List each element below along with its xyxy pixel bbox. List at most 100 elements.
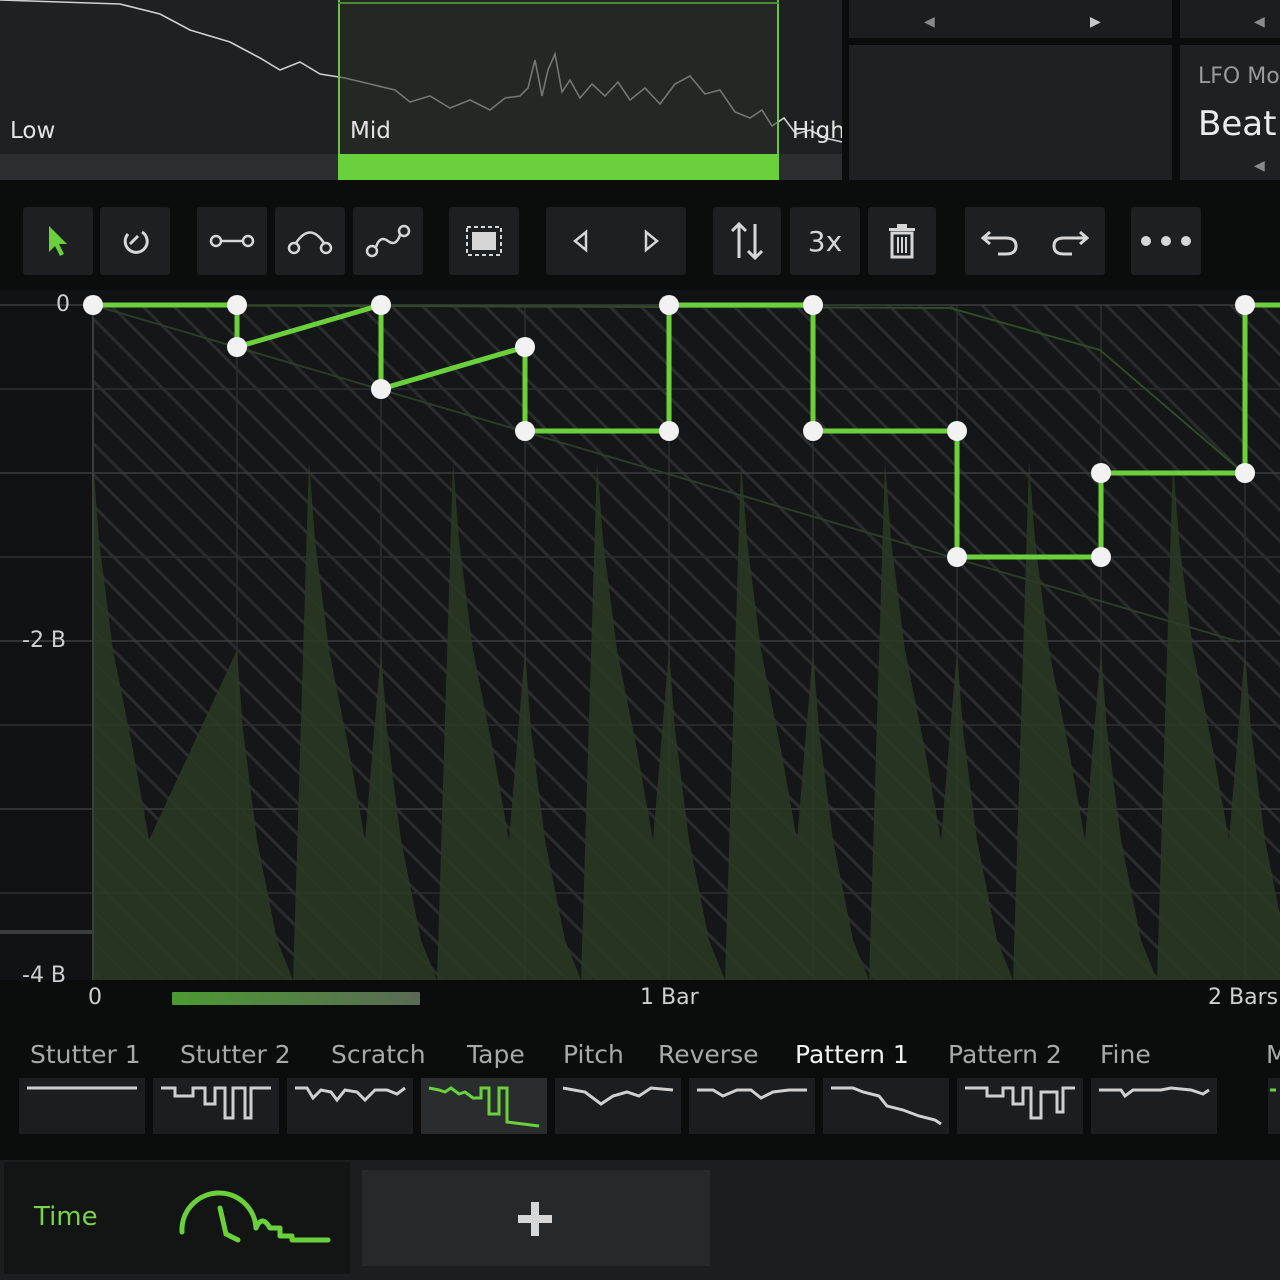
curve-point-handle[interactable] xyxy=(659,295,679,315)
curve-point-handle[interactable] xyxy=(371,295,391,315)
preset-shape-icon xyxy=(1270,1088,1276,1092)
s-curve-icon xyxy=(365,224,411,258)
band-mid-label[interactable]: Mid xyxy=(350,118,391,144)
lfo-mode-title: LFO Mo xyxy=(1198,64,1280,89)
more-options-button[interactable] xyxy=(1131,207,1201,275)
linear-curve-button[interactable] xyxy=(197,207,267,275)
preset-label-6[interactable]: Reverse xyxy=(658,1040,759,1069)
time-tab-label[interactable]: Time xyxy=(34,1202,98,1232)
delete-button[interactable] xyxy=(868,207,936,275)
shift-buttons[interactable] xyxy=(546,207,686,275)
preset-shape-icon xyxy=(831,1086,942,1126)
curve-point-handle[interactable] xyxy=(515,337,535,357)
flip-vertical-button[interactable] xyxy=(713,207,781,275)
preset-label-9[interactable]: Fine xyxy=(1100,1040,1151,1069)
curve-point-handle[interactable] xyxy=(83,295,103,315)
snap-tool-button[interactable] xyxy=(100,207,170,275)
curve-point-handle[interactable] xyxy=(1091,463,1111,483)
y-label-0: 0 xyxy=(56,292,70,317)
lfo-mode-value[interactable]: Beat xyxy=(1198,104,1276,144)
preset-thumbnail-2[interactable] xyxy=(153,1078,279,1134)
preset-thumbnail-5[interactable] xyxy=(555,1078,681,1134)
curve-point-handle[interactable] xyxy=(947,421,967,441)
preset-label-8[interactable]: Pattern 2 xyxy=(948,1040,1062,1069)
select-all-icon xyxy=(466,226,502,256)
select-all-button[interactable] xyxy=(449,207,519,275)
next-arrow-icon[interactable]: ▶ xyxy=(1090,14,1101,30)
mid-band-selection[interactable] xyxy=(338,0,779,180)
preset-shape-icon xyxy=(161,1086,271,1120)
preset-label-5[interactable]: Pitch xyxy=(563,1040,624,1069)
preset-label-3[interactable]: Scratch xyxy=(331,1040,426,1069)
side-prev-arrow-icon[interactable]: ◀ xyxy=(1254,14,1265,30)
band-low-label[interactable]: Low xyxy=(10,118,55,144)
multiply-label: 3x xyxy=(807,224,843,258)
preset-thumbnail-6[interactable] xyxy=(689,1078,815,1134)
preset-shape-icon xyxy=(27,1086,137,1090)
preset-thumbnail-1[interactable] xyxy=(19,1078,145,1134)
curve-point-handle[interactable] xyxy=(515,421,535,441)
redo-icon[interactable] xyxy=(1050,226,1090,256)
preset-thumbnail-10[interactable] xyxy=(1268,1078,1280,1134)
x-label-1bar: 1 Bar xyxy=(640,985,699,1010)
pointer-tool-button[interactable] xyxy=(23,207,93,275)
history-buttons[interactable] xyxy=(965,207,1105,275)
preset-label-1[interactable]: Stutter 1 xyxy=(30,1040,141,1069)
more-icon xyxy=(1141,236,1191,246)
preset-thumbnail-9[interactable] xyxy=(1091,1078,1217,1134)
plus-icon xyxy=(518,1202,552,1236)
magnet-icon xyxy=(123,230,149,254)
y-label-minus4: -4 B xyxy=(22,963,67,988)
flip-vertical-icon xyxy=(730,221,764,261)
undo-icon[interactable] xyxy=(980,226,1020,256)
top-control-panel xyxy=(849,0,1172,38)
timeline-scroll-thumb[interactable] xyxy=(172,992,420,1005)
curve-point-handle[interactable] xyxy=(659,421,679,441)
time-tab-icon xyxy=(179,1190,331,1243)
curve-point-handle[interactable] xyxy=(1235,463,1255,483)
arc-curve-icon xyxy=(287,231,333,255)
preset-thumbnail-7[interactable] xyxy=(823,1078,949,1134)
arc-curve-button[interactable] xyxy=(275,207,345,275)
preset-label-10[interactable]: M xyxy=(1266,1040,1280,1069)
pointer-icon xyxy=(49,226,67,256)
preset-shape-icon xyxy=(428,1086,540,1128)
lfo-prev-arrow-icon[interactable]: ◀ xyxy=(1254,158,1265,174)
preset-thumbnail-3[interactable] xyxy=(287,1078,413,1134)
mid-band-range-bar[interactable] xyxy=(338,154,779,180)
trash-icon xyxy=(889,224,915,259)
prev-arrow-icon[interactable]: ◀ xyxy=(924,14,935,30)
curve-point-handle[interactable] xyxy=(803,421,823,441)
s-curve-button[interactable] xyxy=(353,207,423,275)
curve-point-handle[interactable] xyxy=(227,295,247,315)
preset-thumbnail-4[interactable] xyxy=(421,1078,547,1134)
curve-point-handle[interactable] xyxy=(803,295,823,315)
shift-right-icon[interactable] xyxy=(641,229,661,253)
preset-label-4[interactable]: Tape xyxy=(467,1040,525,1069)
lfo-graph[interactable] xyxy=(0,290,1280,980)
band-high-label[interactable]: High xyxy=(792,118,842,144)
multiply-button[interactable]: 3x xyxy=(790,207,860,275)
side-control-panel xyxy=(1180,0,1280,38)
add-modulator-button[interactable] xyxy=(362,1170,710,1266)
preset-shape-icon xyxy=(965,1086,1075,1120)
preset-label-7[interactable]: Pattern 1 xyxy=(795,1040,909,1069)
curve-point-handle[interactable] xyxy=(227,337,247,357)
preset-shape-icon xyxy=(1099,1086,1210,1099)
scroll-indicator-left xyxy=(0,930,93,934)
preset-thumbnail-8[interactable] xyxy=(957,1078,1083,1134)
curve-point-handle[interactable] xyxy=(1235,295,1255,315)
preset-label-2[interactable]: Stutter 2 xyxy=(180,1040,291,1069)
curve-point-handle[interactable] xyxy=(1091,547,1111,567)
empty-panel xyxy=(849,45,1172,180)
x-label-2bars: 2 Bars xyxy=(1208,985,1279,1010)
x-label-0: 0 xyxy=(88,985,102,1010)
curve-point-handle[interactable] xyxy=(371,379,391,399)
preset-shape-icon xyxy=(295,1086,406,1103)
y-label-minus2: -2 B xyxy=(22,628,67,653)
curve-point-handle[interactable] xyxy=(947,547,967,567)
preset-shape-icon xyxy=(562,1086,674,1106)
linear-curve-icon xyxy=(209,234,255,248)
shift-left-icon[interactable] xyxy=(571,229,591,253)
preset-shape-icon xyxy=(697,1088,807,1100)
